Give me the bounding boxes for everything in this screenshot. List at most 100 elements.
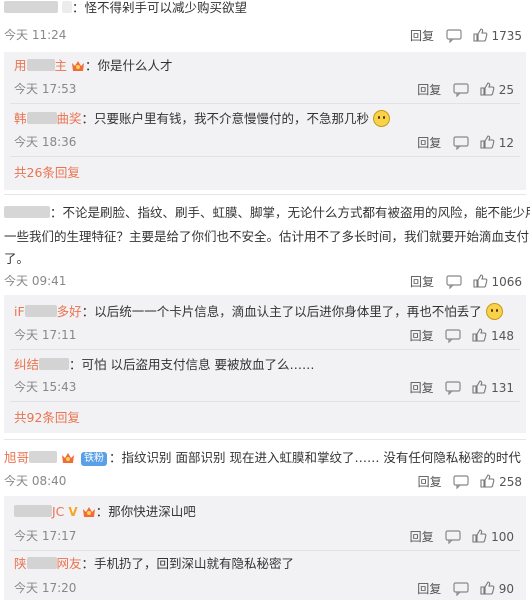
reply-thread: 用主 ：你是什么人才 今天 17:53 回复 25 韩曲奖：只要账户里有钱，我不…: [4, 52, 526, 190]
like-icon[interactable]: [472, 27, 488, 43]
divider: [10, 550, 520, 551]
fan-crown-icon: [82, 507, 95, 517]
like-count: 100: [491, 530, 514, 544]
smile-emoji-icon: [485, 303, 503, 320]
divider: [10, 349, 520, 350]
comment-icon[interactable]: [453, 83, 469, 97]
like-count: 148: [491, 329, 514, 343]
reply-actions: 回复 90: [417, 580, 514, 597]
like-count: 258: [499, 475, 522, 489]
reply-actions: 回复 12: [417, 134, 514, 151]
reply-text: 以后统一一个卡片信息，滴血认主了以后进你身体里了，再也不怕丢了: [94, 304, 482, 319]
reply-username[interactable]: 纠结: [14, 357, 39, 372]
like-count: 131: [491, 381, 514, 395]
blurred-username: [14, 505, 52, 517]
reply-button[interactable]: 回复: [410, 530, 434, 544]
reply-row: 韩曲奖：只要账户里有钱，我不介意慢慢付的，不急那几秒: [14, 110, 391, 128]
like-count: 1735: [491, 29, 522, 43]
timestamp: 今天 17:17: [14, 529, 77, 543]
blurred-username[interactable]: [4, 206, 50, 218]
comment-actions: 回复 1066: [410, 273, 522, 290]
like-icon[interactable]: [471, 528, 487, 544]
blurred-username: [26, 59, 55, 71]
reply-actions: 回复 100: [410, 528, 514, 545]
blurred-username: [26, 112, 57, 124]
comment-icon[interactable]: [446, 275, 462, 289]
comment-text: 指纹识别 面部识别 现在进入虹膜和掌纹了…… 没有任何隐私秘密的时代: [121, 450, 521, 465]
comment-icon[interactable]: [445, 381, 462, 395]
comment-icon[interactable]: [453, 475, 470, 489]
like-count: 90: [498, 582, 514, 596]
reply-actions: 回复 25: [417, 81, 514, 98]
reply-thread: JC V ：那你快进深山吧 今天 17:17 回复 100 陕网友：手机扔了，回…: [4, 496, 526, 600]
timestamp: 今天 17:20: [14, 581, 77, 595]
like-icon[interactable]: [479, 473, 495, 489]
reply-actions: 回复 148: [410, 327, 514, 344]
timestamp: 今天 17:53: [14, 82, 77, 96]
like-icon[interactable]: [479, 134, 495, 150]
reply-button[interactable]: 回复: [410, 29, 434, 43]
comment-icon[interactable]: [453, 582, 469, 596]
reply-text: 手机扔了，回到深山就有隐私秘密了: [94, 556, 295, 571]
like-icon[interactable]: [471, 379, 487, 395]
reply-username-suffix[interactable]: 主: [55, 58, 68, 73]
like-icon[interactable]: [479, 81, 495, 97]
reply-button[interactable]: 回复: [418, 475, 442, 489]
comment-icon[interactable]: [453, 136, 469, 150]
reply-button[interactable]: 回复: [417, 136, 441, 150]
fan-crown-icon: [72, 61, 85, 71]
comment-3-text-row: 旭哥 铁粉 ：指纹识别 面部识别 现在进入虹膜和掌纹了…… 没有任何隐私秘密的时代: [4, 450, 521, 466]
reply-row: JC V ：那你快进深山吧: [14, 503, 196, 521]
reply-username[interactable]: 韩: [14, 111, 27, 126]
divider: [4, 439, 526, 440]
reply-username[interactable]: 用: [14, 58, 27, 73]
reply-button[interactable]: 回复: [417, 83, 441, 97]
reply-username-suffix[interactable]: 网友: [57, 556, 82, 571]
comment-icon[interactable]: [445, 530, 462, 544]
blurred-username: [29, 451, 58, 463]
reply-text: 那你快进深山吧: [108, 504, 196, 519]
comment-icon[interactable]: [445, 329, 462, 343]
reply-button[interactable]: 回复: [410, 381, 434, 395]
reply-row: 用主 ：你是什么人才: [14, 58, 173, 73]
reply-username[interactable]: 陕: [14, 556, 27, 571]
reply-button[interactable]: 回复: [410, 329, 434, 343]
comment-actions: 回复 258: [418, 473, 522, 490]
reply-username[interactable]: iF: [14, 304, 25, 319]
comment-1-text-row: ：怪不得剁手可以减少购买欲望: [4, 0, 247, 17]
reply-button[interactable]: 回复: [417, 582, 441, 596]
reply-text: 你是什么人才: [97, 58, 173, 73]
fan-crown-icon: [62, 453, 74, 463]
like-count: 12: [498, 136, 514, 150]
reply-actions: 回复 131: [410, 379, 514, 396]
comment-username[interactable]: 旭哥: [4, 450, 29, 465]
comment-2-line-1: ：不论是刷脸、指纹、刷手、虹膜、脚掌，无论什么方式都有被盗用的风险，能不能少用: [4, 204, 530, 222]
timestamp: 今天 18:36: [14, 135, 77, 149]
reply-row: 纠结 ：可怕 以后盗用支付信息 要被放血了么……: [14, 357, 315, 372]
divider: [4, 194, 526, 195]
reply-row: iF 多好：以后统一一个卡片信息，滴血认主了以后进你身体里了，再也不怕丢了: [14, 303, 503, 321]
reply-username-suffix[interactable]: 多好: [57, 304, 82, 319]
like-icon[interactable]: [471, 327, 487, 343]
reply-username-suffix[interactable]: JC: [52, 504, 64, 519]
reply-button[interactable]: 回复: [410, 275, 434, 289]
blurred-username: [61, 1, 72, 13]
reply-username-suffix[interactable]: 曲奖: [57, 111, 82, 126]
like-icon[interactable]: [479, 580, 495, 596]
comment-2-line-3: 了。: [4, 251, 30, 266]
like-icon[interactable]: [472, 273, 488, 289]
blurred-username: [26, 557, 57, 569]
timestamp: 今天 15:43: [14, 380, 77, 394]
blurred-username[interactable]: [4, 1, 58, 13]
more-replies-link[interactable]: 共92条回复: [14, 409, 80, 427]
reply-text: 只要账户里有钱，我不介意慢慢付的，不急那几秒: [94, 111, 370, 126]
comment-2-line-2: 一些我们的生理特征？主要是给了你们也不安全。估计用不了多长时间，我们就要开始滴血…: [4, 229, 530, 244]
divider: [10, 156, 520, 157]
blurred-username: [39, 358, 70, 370]
smile-emoji-icon: [373, 110, 391, 127]
more-replies-link[interactable]: 共26条回复: [14, 164, 80, 182]
comment-actions: 回复 1735: [410, 27, 522, 44]
fan-badge: 铁粉: [80, 452, 107, 466]
comment-text: 怪不得剁手可以减少购买欲望: [84, 0, 248, 15]
comment-icon[interactable]: [446, 29, 462, 43]
